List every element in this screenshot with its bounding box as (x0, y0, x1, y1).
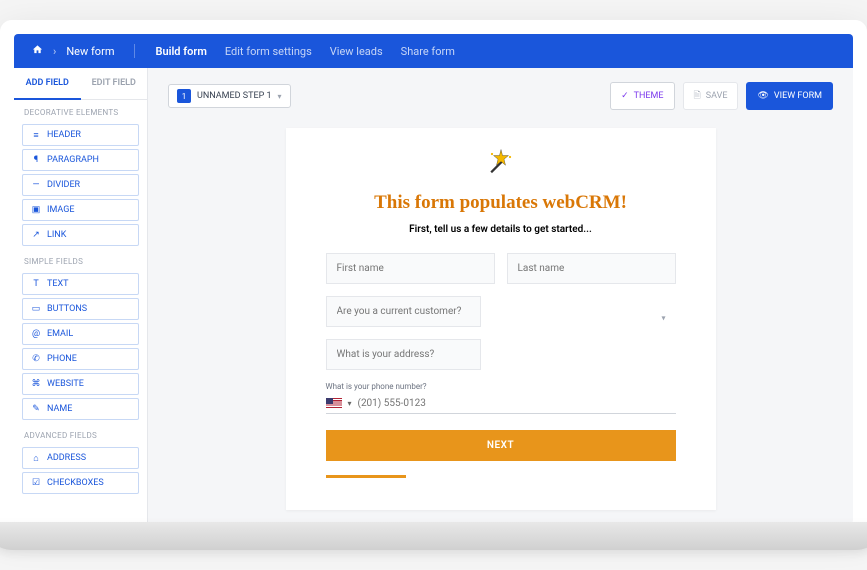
theme-button[interactable]: ✓THEME (610, 82, 674, 110)
phone-label: What is your phone number? (326, 382, 676, 391)
save-icon: 🗎 (694, 88, 701, 104)
top-nav: Build form Edit form settings View leads… (155, 45, 454, 58)
field-name[interactable]: ✎NAME (22, 398, 139, 420)
form-subtitle: First, tell us a few details to get star… (326, 224, 676, 235)
field-image[interactable]: ▣IMAGE (22, 199, 139, 221)
first-name-input[interactable] (326, 253, 495, 284)
name-icon: ✎ (31, 404, 41, 414)
chevron-down-icon[interactable]: ▾ (348, 399, 352, 408)
progress-bar (326, 475, 406, 478)
field-text[interactable]: TTEXT (22, 273, 139, 295)
customer-select[interactable] (326, 296, 481, 327)
address-icon: ⌂ (31, 453, 41, 463)
breadcrumb: › New form (32, 44, 114, 58)
nav-view-leads[interactable]: View leads (330, 45, 383, 58)
field-link[interactable]: ↗LINK (22, 224, 139, 246)
divider-icon: — (31, 180, 41, 190)
field-address[interactable]: ⌂ADDRESS (22, 447, 139, 469)
paragraph-icon: ¶ (31, 155, 41, 165)
save-button[interactable]: 🗎SAVE (683, 82, 739, 110)
next-button[interactable]: NEXT (326, 430, 676, 461)
field-header[interactable]: ≡HEADER (22, 124, 139, 146)
tab-edit-field[interactable]: EDIT FIELD (81, 68, 148, 99)
text-icon: T (31, 279, 41, 289)
view-form-button[interactable]: 👁VIEW FORM (746, 82, 833, 110)
eye-icon: 👁 (757, 91, 768, 101)
field-divider[interactable]: —DIVIDER (22, 174, 139, 196)
topbar: › New form Build form Edit form settings… (14, 34, 853, 68)
field-paragraph[interactable]: ¶PARAGRAPH (22, 149, 139, 171)
laptop-frame: › New form Build form Edit form settings… (0, 20, 867, 524)
separator (134, 44, 135, 58)
form-title: This form populates webCRM! (326, 192, 676, 214)
magic-wand-icon (326, 148, 676, 182)
tab-add-field[interactable]: ADD FIELD (14, 68, 81, 100)
laptop-base (0, 522, 867, 550)
phone-field: ▾ (326, 394, 676, 414)
field-checkboxes[interactable]: ☑CHECKBOXES (22, 472, 139, 494)
header-icon: ≡ (31, 130, 41, 140)
field-buttons[interactable]: ▭BUTTONS (22, 298, 139, 320)
sidebar: ADD FIELD EDIT FIELD DECORATIVE ELEMENTS… (14, 68, 148, 524)
section-advanced: ADVANCED FIELDS (14, 423, 147, 444)
breadcrumb-current: New form (66, 45, 114, 58)
wand-icon: ✓ (621, 91, 629, 101)
checkbox-icon: ☑ (31, 478, 41, 488)
step-label: UNNAMED STEP 1 (197, 91, 272, 101)
home-icon[interactable] (32, 44, 43, 58)
section-decorative: DECORATIVE ELEMENTS (14, 100, 147, 121)
chevron-down-icon: ▾ (278, 92, 282, 101)
email-icon: @ (31, 329, 41, 339)
phone-icon: ✆ (31, 354, 41, 364)
field-phone[interactable]: ✆PHONE (22, 348, 139, 370)
nav-edit-settings[interactable]: Edit form settings (225, 45, 312, 58)
chevron-right-icon: › (53, 45, 56, 58)
field-website[interactable]: ⌘WEBSITE (22, 373, 139, 395)
website-icon: ⌘ (31, 379, 41, 389)
buttons-icon: ▭ (31, 304, 41, 314)
form-preview: This form populates webCRM! First, tell … (286, 128, 716, 510)
canvas: 1 UNNAMED STEP 1 ▾ ✓THEME 🗎SAVE 👁VIEW FO… (148, 68, 853, 524)
us-flag-icon[interactable] (326, 398, 342, 409)
section-simple: SIMPLE FIELDS (14, 249, 147, 270)
nav-build-form[interactable]: Build form (155, 45, 206, 58)
last-name-input[interactable] (507, 253, 676, 284)
image-icon: ▣ (31, 205, 41, 215)
field-email[interactable]: @EMAIL (22, 323, 139, 345)
link-icon: ↗ (31, 230, 41, 240)
phone-input[interactable] (358, 398, 676, 409)
nav-share-form[interactable]: Share form (401, 45, 455, 58)
step-number: 1 (177, 89, 191, 103)
address-input[interactable] (326, 339, 481, 370)
step-selector[interactable]: 1 UNNAMED STEP 1 ▾ (168, 84, 291, 108)
